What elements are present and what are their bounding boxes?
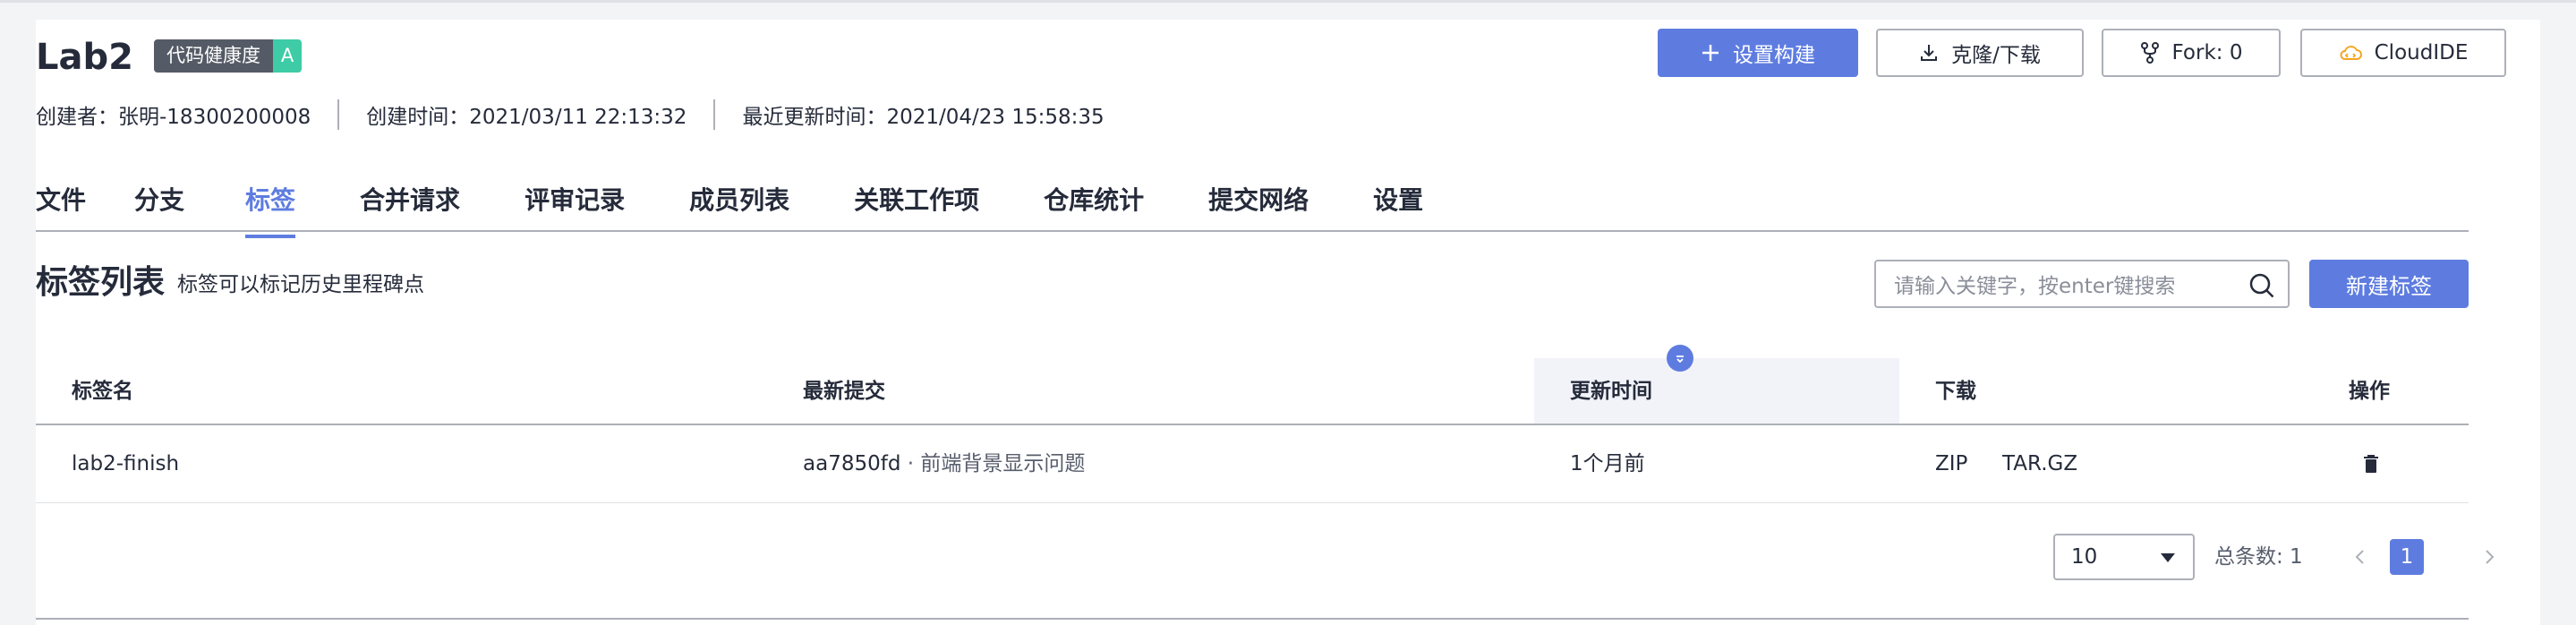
fork-button[interactable]: Fork: 0 — [2102, 29, 2281, 77]
tag-name-cell[interactable]: lab2-finish — [72, 425, 179, 502]
repo-title: Lab2 — [36, 37, 133, 78]
tab-merge-requests[interactable]: 合并请求 — [360, 179, 460, 233]
commit-id-link[interactable]: aa7850fd — [803, 452, 900, 475]
section-description: 标签可以标记历史里程碑点 — [177, 273, 424, 296]
search-icon[interactable] — [2248, 272, 2275, 304]
download-zip-link[interactable]: ZIP — [1935, 452, 1967, 475]
created-time-text: 创建时间：2021/03/11 22:13:32 — [366, 106, 687, 129]
setup-build-label: 设置构建 — [1733, 44, 1815, 67]
latest-commit-cell: aa7850fd · 前端背景显示问题 — [803, 425, 1085, 502]
repo-meta: 创建者：张明-18300200008 创建时间：2021/03/11 22:13… — [36, 99, 1105, 130]
setup-build-button[interactable]: 设置构建 — [1658, 29, 1858, 77]
clone-download-label: 克隆/下载 — [1951, 44, 2041, 67]
updated-time-text: 最近更新时间：2021/04/23 15:58:35 — [742, 106, 1105, 129]
tab-files[interactable]: 文件 — [36, 179, 86, 233]
prev-page-button[interactable] — [2347, 543, 2374, 571]
plus-icon — [1701, 43, 1720, 63]
section-title: 标签列表 — [36, 264, 166, 301]
total-count: 总条数: 1 — [2214, 545, 2303, 569]
meta-divider — [337, 99, 340, 130]
col-updated-time[interactable]: 更新时间 — [1534, 358, 1899, 424]
delete-tag-button[interactable] — [2363, 425, 2379, 502]
fork-icon — [2140, 42, 2160, 64]
cloudide-button[interactable]: CloudIDE — [2300, 29, 2506, 77]
fork-label: Fork: 0 — [2171, 41, 2243, 64]
health-badge[interactable]: 代码健康度 A — [154, 39, 302, 73]
health-badge-label: 代码健康度 — [154, 39, 273, 73]
tabs-divider — [36, 230, 2469, 232]
page-size-select[interactable]: 10 — [2053, 534, 2195, 580]
health-badge-grade: A — [273, 39, 302, 73]
search-input[interactable]: 请输入关键字，按enter键搜索 — [1874, 260, 2290, 308]
tab-repo-stats[interactable]: 仓库统计 — [1044, 179, 1144, 233]
tab-linked-workitems[interactable]: 关联工作项 — [854, 179, 979, 233]
tab-commit-network[interactable]: 提交网络 — [1208, 179, 1309, 233]
chevron-right-icon — [2483, 548, 2495, 566]
tab-members[interactable]: 成员列表 — [689, 179, 789, 233]
caret-down-icon — [2161, 553, 2175, 562]
tab-tags[interactable]: 标签 — [245, 179, 296, 238]
download-targz-link[interactable]: TAR.GZ — [2002, 452, 2077, 475]
next-page-button[interactable] — [2476, 543, 2503, 571]
table-row: lab2-finish aa7850fd · 前端背景显示问题 1个月前 ZIP… — [36, 425, 2469, 502]
bottom-divider — [36, 618, 2469, 620]
page-number-current[interactable]: 1 — [2390, 539, 2424, 575]
col-tag-name: 标签名 — [72, 380, 133, 403]
download-cell: ZIP TAR.GZ — [1935, 425, 2077, 502]
meta-divider — [713, 99, 716, 130]
col-download: 下载 — [1935, 380, 1976, 403]
chevron-left-icon — [2354, 548, 2367, 566]
col-latest-commit: 最新提交 — [803, 380, 885, 403]
trash-icon — [2363, 454, 2379, 474]
row-divider — [36, 502, 2469, 503]
search-placeholder: 请输入关键字，按enter键搜索 — [1894, 275, 2176, 298]
updated-time-cell: 1个月前 — [1570, 452, 1645, 475]
cloudide-label: CloudIDE — [2374, 41, 2469, 64]
top-border — [0, 0, 2576, 3]
download-icon — [1919, 43, 1939, 63]
tab-settings[interactable]: 设置 — [1373, 179, 1423, 233]
cloudide-icon — [2339, 44, 2362, 62]
page-size-value: 10 — [2071, 545, 2098, 569]
clone-download-button[interactable]: 克隆/下载 — [1876, 29, 2084, 77]
tab-review-records[interactable]: 评审记录 — [525, 179, 625, 233]
creator-text: 创建者：张明-18300200008 — [36, 106, 311, 129]
sort-icon[interactable] — [1667, 345, 1693, 372]
tab-branches[interactable]: 分支 — [134, 179, 184, 233]
col-operations: 操作 — [2349, 380, 2390, 403]
table-header: 标签名 最新提交 更新时间 下载 操作 — [36, 358, 2469, 424]
commit-message: · 前端背景显示问题 — [900, 452, 1086, 475]
new-tag-button[interactable]: 新建标签 — [2309, 260, 2469, 308]
repo-tabs: 文件 分支 标签 合并请求 评审记录 成员列表 关联工作项 仓库统计 提交网络 … — [36, 179, 1423, 238]
